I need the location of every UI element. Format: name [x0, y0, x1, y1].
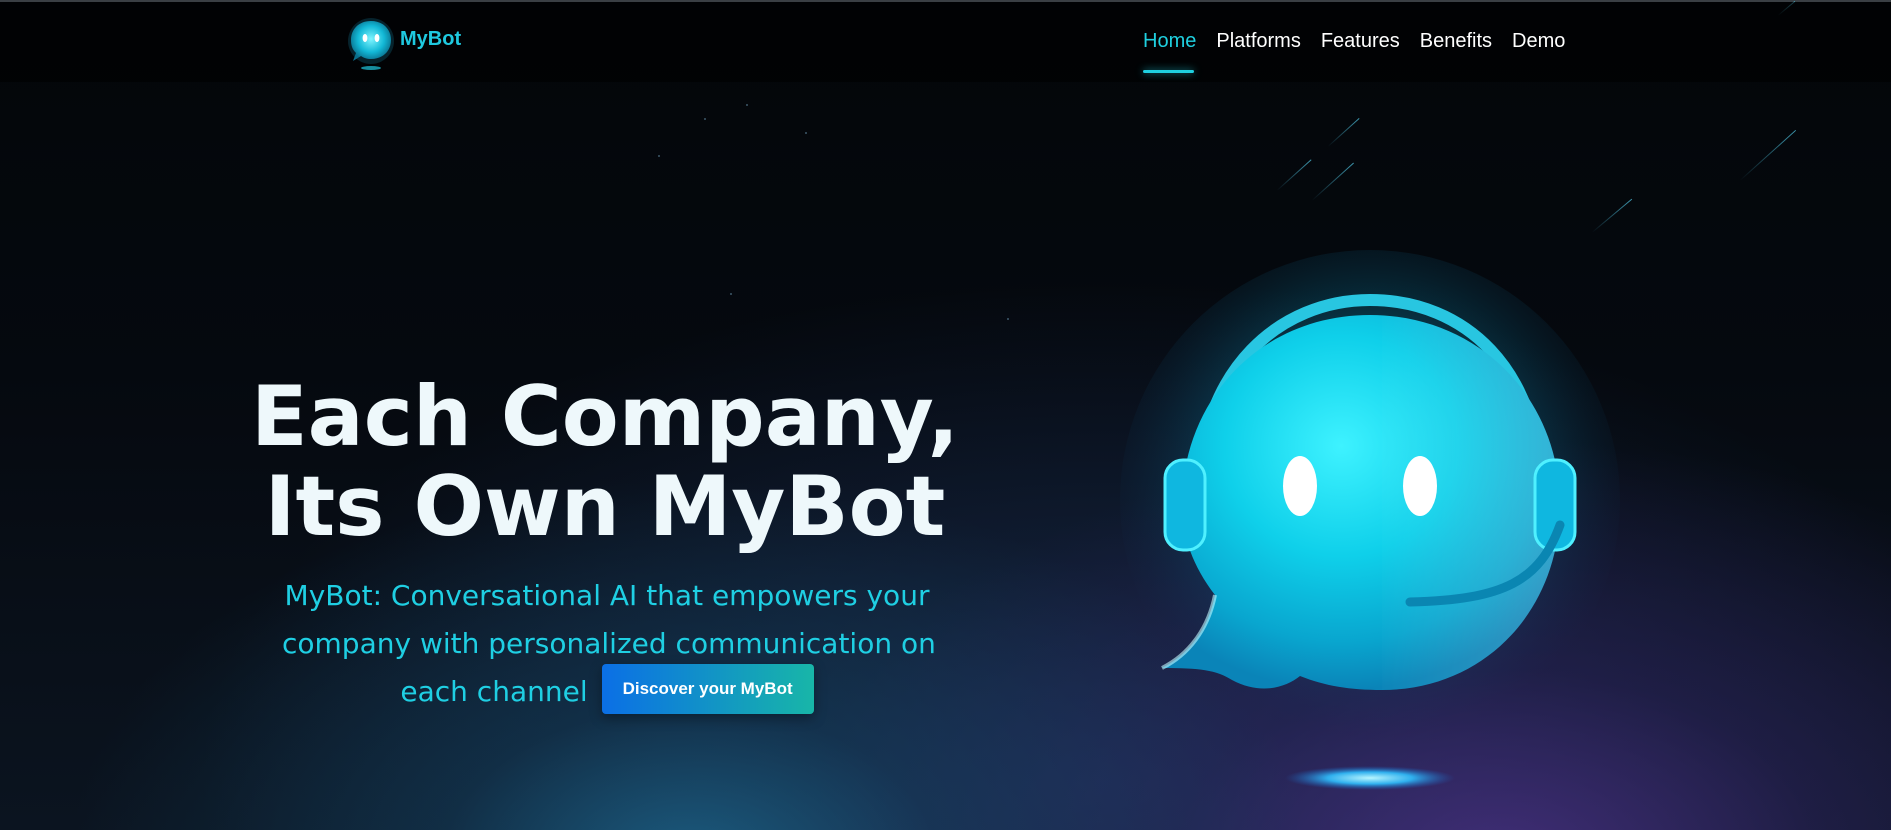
- star: [1007, 318, 1009, 320]
- hero-title-line: Its Own MyBot: [264, 458, 946, 555]
- star: [704, 118, 706, 120]
- discover-mybot-button[interactable]: Discover your MyBot: [601, 664, 814, 714]
- nav-platforms[interactable]: Platforms: [1216, 30, 1300, 53]
- star: [746, 104, 748, 106]
- chat-bubble-bot-icon: [348, 18, 394, 70]
- star-streak: [1591, 198, 1633, 233]
- hero-subtitle-last-line: each channel Discover your MyBot: [282, 664, 932, 718]
- star: [805, 132, 807, 134]
- star-streak: [1276, 159, 1312, 191]
- hero-subtitle-line: each channel: [400, 675, 588, 708]
- main-nav: Home Platforms Features Benefits Demo: [1143, 30, 1585, 73]
- nav-home[interactable]: Home: [1143, 30, 1196, 73]
- hero-subtitle-line: MyBot: Conversational AI that empowers y…: [284, 579, 930, 612]
- nav-features[interactable]: Features: [1321, 30, 1400, 53]
- hero-title: Each Company, Its Own MyBot: [240, 372, 970, 552]
- chat-bubble-bot-with-headset-icon: [1120, 250, 1620, 790]
- star-streak: [1327, 118, 1360, 147]
- star: [658, 155, 660, 157]
- star: [730, 293, 732, 295]
- top-navbar: MyBot Home Platforms Features Benefits D…: [0, 2, 1891, 82]
- hero-subtitle: MyBot: Conversational AI that empowers y…: [282, 572, 936, 718]
- star-streak: [1739, 129, 1797, 181]
- brand-logo[interactable]: MyBot: [346, 16, 461, 72]
- hero-title-line: Each Company,: [250, 368, 959, 465]
- landing-page: MyBot Home Platforms Features Benefits D…: [0, 0, 1891, 830]
- star-streak: [1311, 162, 1354, 201]
- hero-subtitle-line: company with personalized communication …: [282, 627, 936, 660]
- nav-demo[interactable]: Demo: [1512, 30, 1565, 53]
- brand-name: MyBot: [400, 27, 462, 50]
- nav-benefits[interactable]: Benefits: [1420, 30, 1492, 53]
